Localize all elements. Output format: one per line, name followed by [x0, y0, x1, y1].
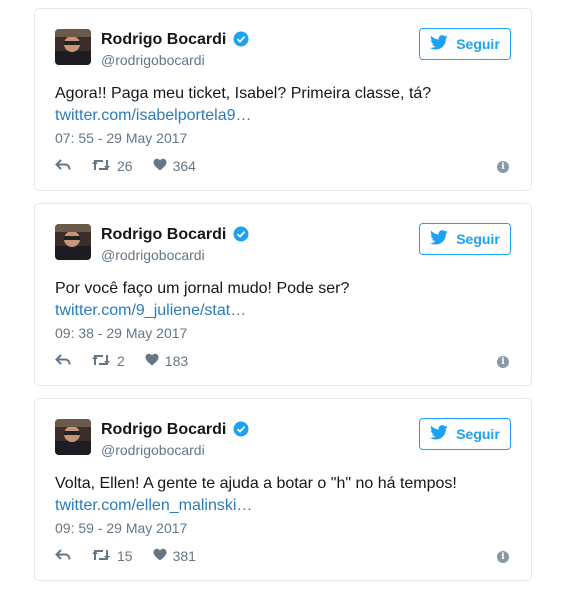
tweet-timestamp[interactable]: 07: 55 - 29 May 2017: [55, 130, 187, 146]
heart-icon: [153, 548, 167, 564]
tweet-link[interactable]: twitter.com/isabelportela9…: [55, 105, 252, 127]
reply-icon: [55, 548, 71, 565]
tweet-timestamp[interactable]: 09: 59 - 29 May 2017: [55, 520, 187, 536]
tweet-text: Por você faço um jornal mudo! Pode ser?: [55, 280, 350, 297]
tweet-actions: 2 183: [55, 352, 188, 370]
reply-icon: [55, 158, 71, 175]
tweet-link[interactable]: twitter.com/9_juliene/stat…: [55, 300, 246, 322]
follow-label: Seguir: [456, 231, 500, 247]
author-handle[interactable]: @rodrigobocardi: [101, 247, 205, 263]
twitter-bird-icon: [430, 35, 448, 53]
retweet-icon: [91, 353, 111, 370]
heart-icon: [153, 158, 167, 174]
tweet-timestamp[interactable]: 09: 38 - 29 May 2017: [55, 325, 187, 341]
info-icon[interactable]: i: [497, 356, 509, 368]
reply-button[interactable]: [55, 548, 71, 565]
avatar[interactable]: [55, 224, 91, 260]
tweet-link[interactable]: twitter.com/ellen_malinski…: [55, 495, 252, 517]
tweet-card: Rodrigo Bocardi @rodrigobocardi Seguir P…: [34, 203, 532, 386]
info-icon[interactable]: i: [497, 161, 509, 173]
heart-icon: [145, 353, 159, 369]
like-count: 381: [172, 548, 196, 564]
like-button[interactable]: 381: [153, 548, 196, 564]
author-handle[interactable]: @rodrigobocardi: [101, 52, 205, 68]
retweet-count: 15: [117, 548, 133, 564]
follow-label: Seguir: [456, 36, 500, 52]
info-icon[interactable]: i: [497, 551, 509, 563]
verified-badge-icon: [233, 31, 249, 52]
verified-badge-icon: [233, 421, 249, 442]
author-name[interactable]: Rodrigo Bocardi: [101, 226, 226, 244]
like-count: 364: [172, 158, 196, 174]
retweet-count: 2: [117, 353, 125, 369]
tweet-text: Volta, Ellen! A gente te ajuda a botar o…: [55, 475, 457, 492]
retweet-count: 26: [117, 158, 133, 174]
retweet-icon: [91, 158, 111, 175]
tweet-card: Rodrigo Bocardi @rodrigobocardi Seguir V…: [34, 398, 532, 581]
retweet-button[interactable]: 15: [91, 548, 133, 565]
like-count: 183: [164, 353, 189, 369]
reply-button[interactable]: [55, 158, 71, 175]
author-handle[interactable]: @rodrigobocardi: [101, 442, 205, 458]
twitter-bird-icon: [430, 425, 448, 443]
avatar[interactable]: [55, 29, 91, 65]
follow-label: Seguir: [456, 426, 500, 442]
reply-button[interactable]: [55, 353, 71, 370]
follow-button[interactable]: Seguir: [419, 223, 511, 255]
tweet-card: Rodrigo Bocardi @rodrigobocardi Seguir A…: [34, 8, 532, 191]
retweet-icon: [91, 548, 111, 565]
author-name[interactable]: Rodrigo Bocardi: [101, 31, 226, 49]
follow-button[interactable]: Seguir: [419, 28, 511, 60]
like-button[interactable]: 364: [153, 158, 196, 174]
tweet-actions: 15 381: [55, 547, 196, 565]
tweet-actions: 26 364: [55, 157, 196, 175]
retweet-button[interactable]: 2: [91, 353, 125, 370]
follow-button[interactable]: Seguir: [419, 418, 511, 450]
twitter-bird-icon: [430, 230, 448, 248]
verified-badge-icon: [233, 226, 249, 247]
author-name[interactable]: Rodrigo Bocardi: [101, 421, 226, 439]
reply-icon: [55, 353, 71, 370]
retweet-button[interactable]: 26: [91, 158, 133, 175]
like-button[interactable]: 183: [145, 353, 188, 369]
avatar[interactable]: [55, 419, 91, 455]
tweet-text: Agora!! Paga meu ticket, Isabel? Primeir…: [55, 85, 432, 102]
